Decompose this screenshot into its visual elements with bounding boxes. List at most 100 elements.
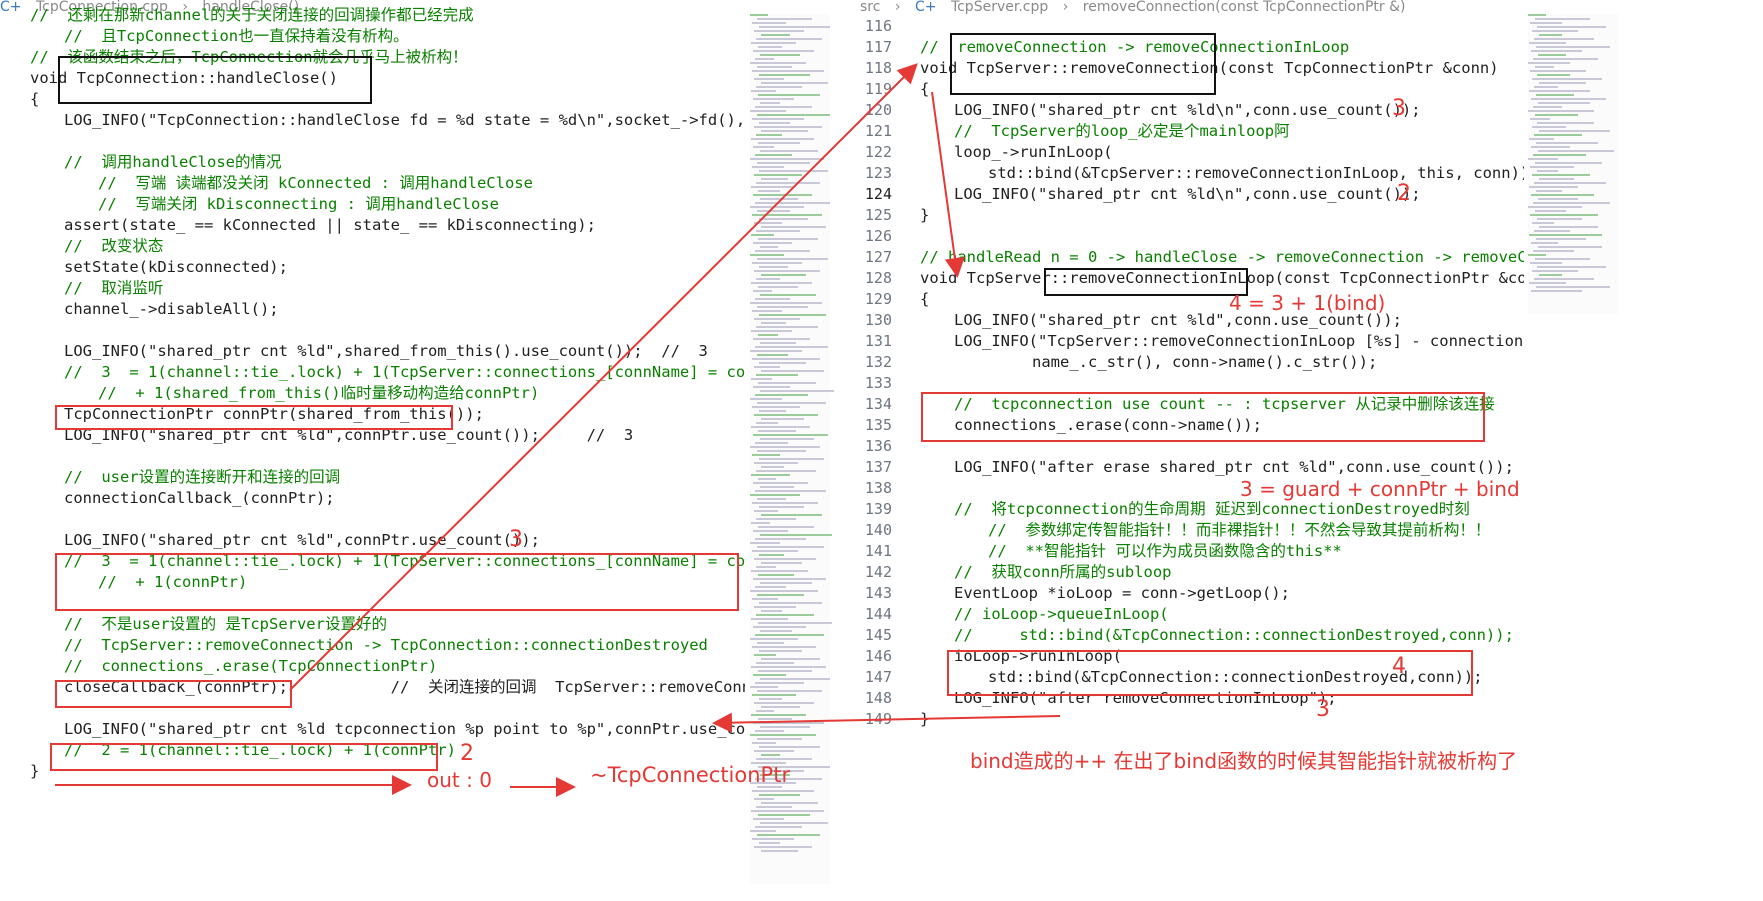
code-line[interactable]: EventLoop *ioLoop = conn->getLoop(); bbox=[954, 583, 1290, 604]
code-line[interactable]: { bbox=[920, 289, 929, 310]
code-line[interactable]: // 获取conn所属的subloop bbox=[954, 562, 1171, 583]
minimap-line bbox=[750, 638, 798, 640]
minimap-line bbox=[750, 110, 786, 112]
code-line[interactable]: } bbox=[920, 205, 929, 226]
code-line[interactable]: setState(kDisconnected); bbox=[64, 257, 288, 278]
code-line[interactable]: std::bind(&TcpServer::removeConnectionIn… bbox=[988, 163, 1524, 184]
code-line[interactable]: ioLoop->runInLoop( bbox=[954, 646, 1122, 667]
minimap-line bbox=[761, 226, 826, 228]
minimap-line bbox=[758, 670, 812, 672]
minimap-line bbox=[755, 826, 802, 828]
minimap-line bbox=[755, 298, 790, 300]
code-line[interactable]: loop_->runInLoop( bbox=[954, 142, 1113, 163]
code-line[interactable]: { bbox=[920, 79, 929, 100]
code-line[interactable]: // 还剩在那新channel的关于关闭连接的回调操作都已经完成 bbox=[30, 5, 474, 26]
breadcrumb-symbol[interactable]: removeConnection(const TcpConnectionPtr … bbox=[1083, 0, 1406, 15]
code-line[interactable]: } bbox=[30, 761, 39, 782]
minimap-line bbox=[1537, 26, 1606, 28]
minimap-line bbox=[1532, 126, 1566, 128]
minimap-line bbox=[758, 478, 776, 480]
breadcrumb-file[interactable]: TcpServer.cpp bbox=[951, 0, 1048, 15]
left-minimap[interactable] bbox=[750, 14, 834, 884]
code-line[interactable]: // removeConnection -> removeConnectionI… bbox=[920, 37, 1349, 58]
minimap-line bbox=[756, 566, 776, 568]
minimap-line bbox=[757, 210, 790, 212]
right-breadcrumb: src › C+ TcpServer.cpp › removeConnectio… bbox=[860, 0, 1406, 15]
right-minimap[interactable] bbox=[1528, 14, 1618, 314]
code-line[interactable]: LOG_INFO("TcpServer::removeConnectionInL… bbox=[954, 331, 1524, 352]
code-line[interactable]: channel_->disableAll(); bbox=[64, 299, 279, 320]
code-line[interactable]: // TcpServer的loop_必定是个mainloop阿 bbox=[954, 121, 1290, 142]
code-line[interactable]: // ioLoop->queueInLoop( bbox=[954, 604, 1169, 625]
minimap-line bbox=[754, 126, 822, 128]
minimap-line bbox=[757, 354, 788, 356]
code-line[interactable]: // **智能指针 可以作为成员函数隐含的this** bbox=[988, 541, 1342, 562]
code-line[interactable]: // handleRead n = 0 -> handleClose -> re… bbox=[920, 247, 1524, 268]
line-number: 137 bbox=[864, 458, 892, 476]
code-line[interactable]: // 参数绑定传智能指针！！而非裸指针！！不然会导致其提前析构！！ bbox=[988, 520, 1490, 541]
minimap-line bbox=[751, 186, 794, 188]
minimap-line bbox=[1536, 46, 1610, 48]
code-line[interactable]: // + 1(shared_from_this()临时量移动构造给connPtr… bbox=[98, 383, 539, 404]
code-line[interactable]: // 将tcpconnection的生命周期 延迟到connectionDest… bbox=[954, 499, 1470, 520]
code-line[interactable]: void TcpServer::removeConnection(const T… bbox=[920, 58, 1499, 79]
code-line[interactable]: TcpConnectionPtr connPtr(shared_from_thi… bbox=[64, 404, 484, 425]
breadcrumb-folder[interactable]: src bbox=[860, 0, 880, 15]
code-line[interactable]: // 3 = 1(channel::tie_.lock) + 1(TcpServ… bbox=[64, 551, 745, 572]
code-line[interactable]: // 2 = 1(channel::tie_.lock) + 1(connPtr… bbox=[64, 740, 456, 761]
code-line[interactable]: name_.c_str(), conn->name().c_str()); bbox=[1032, 352, 1377, 373]
minimap-line bbox=[753, 578, 826, 580]
code-line[interactable]: void TcpConnection::handleClose() bbox=[30, 68, 338, 89]
code-line[interactable]: // 取消监听 bbox=[64, 278, 163, 299]
line-number: 136 bbox=[864, 437, 892, 455]
code-line[interactable]: // 该函数结束之后，TcpConnection就会几乎马上被析构！ bbox=[30, 47, 468, 68]
line-number: 141 bbox=[864, 542, 892, 560]
minimap-line bbox=[1538, 54, 1566, 56]
code-line[interactable]: // 不是user设置的 是TcpServer设置好的 bbox=[64, 614, 387, 635]
minimap-line bbox=[755, 154, 792, 156]
code-line[interactable]: // 调用handleClose的情况 bbox=[64, 152, 281, 173]
code-line[interactable]: // 且TcpConnection也一直保持着没有析构。 bbox=[64, 26, 409, 47]
minimap-line bbox=[750, 302, 822, 304]
code-line[interactable]: // TcpServer::removeConnection -> TcpCon… bbox=[64, 635, 708, 656]
code-line[interactable]: // + 1(connPtr) bbox=[98, 572, 247, 593]
code-line[interactable]: LOG_INFO("shared_ptr cnt %ld",shared_fro… bbox=[64, 341, 708, 362]
code-line[interactable]: // 写端 读端都没关闭 kConnected : 调用handleClose bbox=[98, 173, 533, 194]
code-line[interactable]: { bbox=[30, 89, 39, 110]
code-line[interactable]: closeCallback_(connPtr); // 关闭连接的回调 TcpS… bbox=[64, 677, 745, 698]
code-line[interactable]: void TcpServer::removeConnectionInLoop(c… bbox=[920, 268, 1524, 289]
minimap-line bbox=[754, 462, 798, 464]
code-line[interactable]: // tcpconnection use count -- : tcpserve… bbox=[954, 394, 1495, 415]
minimap-line bbox=[751, 330, 792, 332]
code-line[interactable]: LOG_INFO("shared_ptr cnt %ld tcpconnecti… bbox=[64, 719, 745, 740]
code-line[interactable]: std::bind(&TcpConnection::connectionDest… bbox=[988, 667, 1483, 688]
code-line[interactable]: // 3 = 1(channel::tie_.lock) + 1(TcpServ… bbox=[64, 362, 745, 383]
minimap-line bbox=[755, 490, 826, 492]
code-line[interactable]: LOG_INFO("after erase shared_ptr cnt %ld… bbox=[954, 457, 1514, 478]
code-line[interactable]: // user设置的连接断开和连接的回调 bbox=[64, 467, 340, 488]
minimap-line bbox=[761, 130, 808, 132]
minimap-line bbox=[752, 790, 814, 792]
minimap-line bbox=[752, 70, 824, 72]
minimap-line bbox=[757, 450, 806, 452]
line-number: 140 bbox=[864, 521, 892, 539]
code-line[interactable]: assert(state_ == kConnected || state_ ==… bbox=[64, 215, 596, 236]
minimap-line bbox=[754, 366, 780, 368]
code-line[interactable]: // 改变状态 bbox=[64, 236, 163, 257]
code-line[interactable]: LOG_INFO("after removeConnectionInLoop")… bbox=[954, 688, 1337, 709]
code-line[interactable]: // 写端关闭 kDisconnecting : 调用handleClose bbox=[98, 194, 499, 215]
code-line[interactable]: LOG_INFO("TcpConnection::handleClose fd … bbox=[64, 110, 745, 131]
code-line[interactable]: LOG_INFO("shared_ptr cnt %ld",connPtr.us… bbox=[64, 425, 633, 446]
code-line[interactable]: // connections_.erase(TcpConnectionPtr) bbox=[64, 656, 437, 677]
code-line[interactable]: LOG_INFO("shared_ptr cnt %ld\n",conn.use… bbox=[954, 100, 1421, 121]
code-line[interactable]: // std::bind(&TcpConnection::connectionD… bbox=[954, 625, 1514, 646]
code-line[interactable]: connections_.erase(conn->name()); bbox=[954, 415, 1262, 436]
code-line[interactable]: } bbox=[920, 709, 929, 730]
minimap-line bbox=[751, 810, 824, 812]
minimap-line bbox=[758, 190, 780, 192]
code-line[interactable]: connectionCallback_(connPtr); bbox=[64, 488, 335, 509]
minimap-line bbox=[757, 834, 820, 836]
code-line[interactable]: LOG_INFO("shared_ptr cnt %ld\n",conn.use… bbox=[954, 184, 1421, 205]
minimap-line bbox=[759, 746, 820, 748]
code-line[interactable]: LOG_INFO("shared_ptr cnt %ld",connPtr.us… bbox=[64, 530, 540, 551]
